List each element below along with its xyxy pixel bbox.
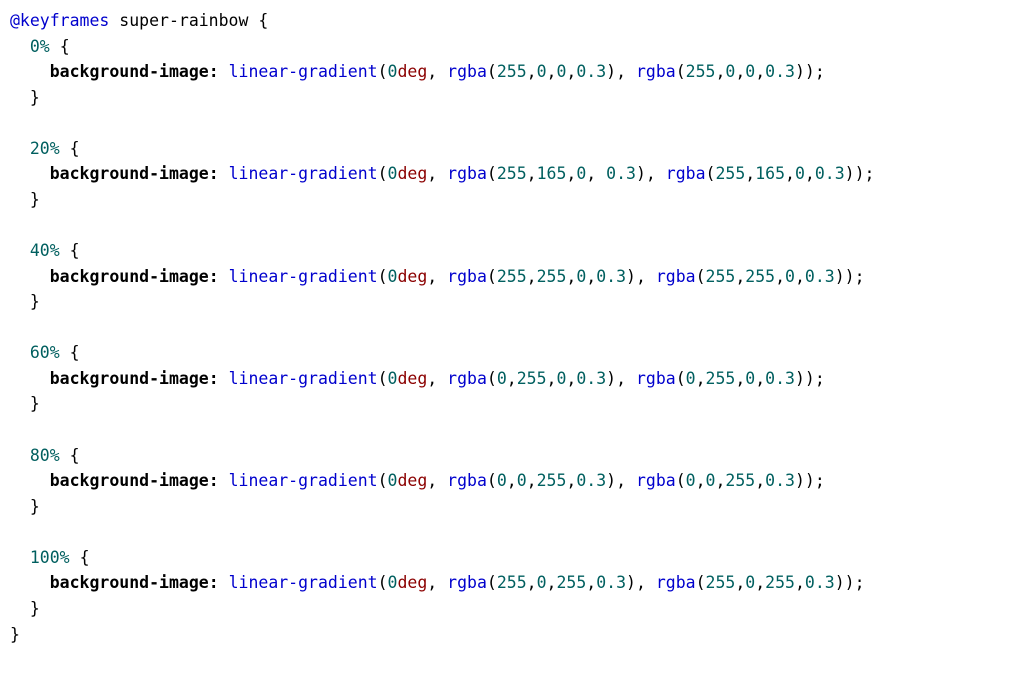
code-line: background-image: linear-gradient(0deg, … [10, 59, 1014, 85]
code-line [10, 213, 1014, 239]
code-line: } [10, 289, 1014, 315]
code-line: background-image: linear-gradient(0deg, … [10, 264, 1014, 290]
code-line: } [10, 622, 1014, 648]
code-line: 100% { [10, 545, 1014, 571]
code-line: 40% { [10, 238, 1014, 264]
code-line: 0% { [10, 34, 1014, 60]
code-line: 60% { [10, 340, 1014, 366]
code-line [10, 110, 1014, 136]
code-line: } [10, 187, 1014, 213]
code-line [10, 417, 1014, 443]
code-line [10, 519, 1014, 545]
code-block: @keyframes super-rainbow { 0% { backgrou… [10, 8, 1014, 647]
code-line: } [10, 494, 1014, 520]
code-line: background-image: linear-gradient(0deg, … [10, 570, 1014, 596]
code-line: background-image: linear-gradient(0deg, … [10, 468, 1014, 494]
code-line [10, 315, 1014, 341]
code-line: @keyframes super-rainbow { [10, 8, 1014, 34]
code-line: background-image: linear-gradient(0deg, … [10, 161, 1014, 187]
code-line: 80% { [10, 443, 1014, 469]
code-line: background-image: linear-gradient(0deg, … [10, 366, 1014, 392]
code-line: } [10, 391, 1014, 417]
code-line: } [10, 85, 1014, 111]
code-line: 20% { [10, 136, 1014, 162]
code-line: } [10, 596, 1014, 622]
